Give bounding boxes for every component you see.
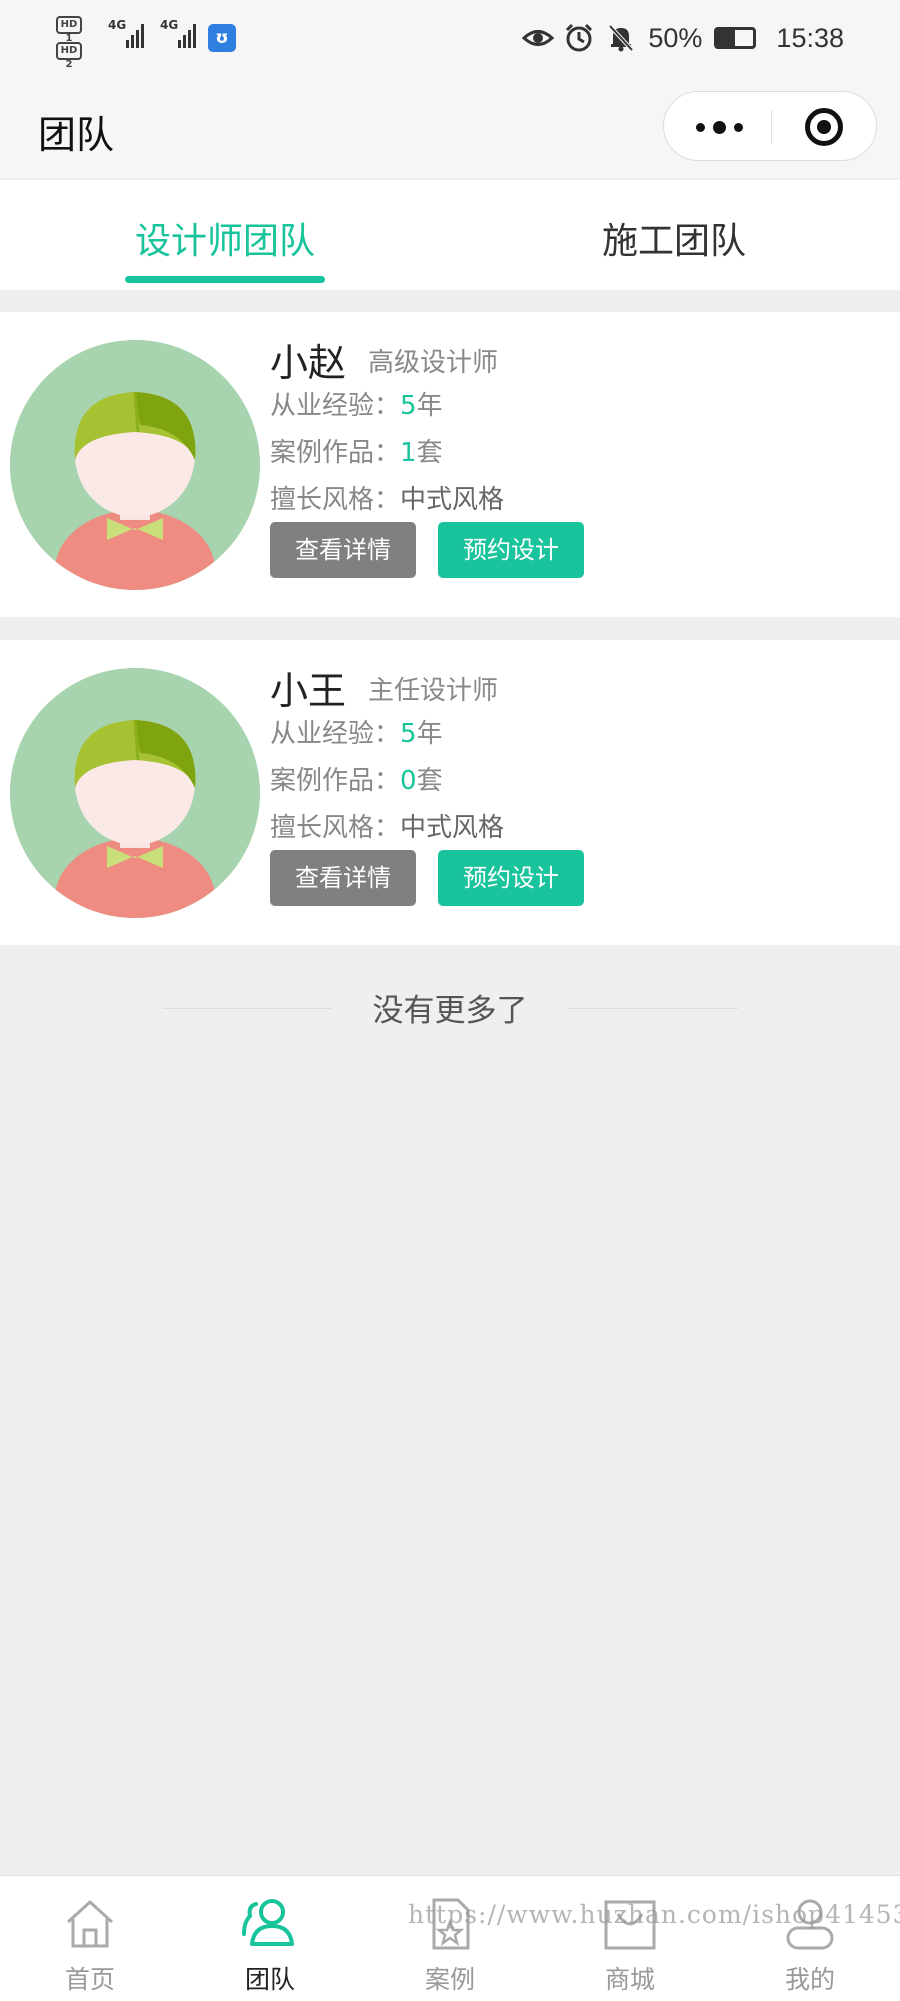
designer-name: 小赵 [270, 341, 347, 385]
style-label: 擅长风格： [270, 813, 401, 843]
cases-value: 1 [400, 438, 417, 468]
capsule-divider [771, 110, 772, 144]
home-icon [60, 1894, 120, 1954]
designer-card: 小王 主任设计师 从业经验：5年 案例作品：0套 擅长风格：中式风格 查看详情 … [0, 640, 900, 945]
alarm-icon [564, 23, 594, 53]
view-details-button[interactable]: 查看详情 [270, 850, 416, 906]
avatar [10, 668, 260, 918]
eye-icon [522, 23, 555, 53]
app-notification-icon: ʊ [208, 24, 236, 52]
tabbar-item-home[interactable]: 首页 [30, 1894, 150, 1996]
bell-mute-icon [606, 23, 636, 53]
no-more-text: 没有更多了 [372, 993, 528, 1029]
designer-name: 小王 [270, 669, 347, 713]
cases-value: 0 [400, 766, 417, 796]
divider-line-right [568, 1008, 738, 1009]
style-value: 中式风格 [400, 485, 505, 515]
style-row: 擅长风格：中式风格 [270, 807, 504, 844]
cases-label: 案例作品： [270, 438, 401, 468]
cases-unit: 套 [416, 766, 443, 796]
tab-designer-team[interactable]: 设计师团队 [75, 212, 375, 264]
hd1-badge: HD 1 [56, 16, 82, 44]
tabbar-label: 团队 [244, 1965, 295, 1994]
book-design-button[interactable]: 预约设计 [438, 850, 584, 906]
cases-unit: 套 [416, 438, 443, 468]
experience-row: 从业经验：5年 [270, 713, 443, 750]
book-design-button[interactable]: 预约设计 [438, 522, 584, 578]
team-tabs: 设计师团队 施工团队 [0, 180, 900, 290]
status-bar: HD 1 HD 2 4G 4G ʊ 50% 15:38 [0, 0, 900, 78]
status-right: 50% 15:38 [522, 18, 844, 58]
cases-row: 案例作品：0套 [270, 760, 443, 797]
miniapp-capsule [663, 91, 877, 161]
network-type-1: 4G [108, 18, 127, 32]
tabbar-label: 案例 [424, 1965, 475, 1994]
more-menu-icon[interactable] [692, 114, 746, 140]
team-icon [240, 1894, 300, 1954]
designer-title: 高级设计师 [368, 348, 499, 378]
nav-bar: 团队 [0, 78, 900, 178]
designer-title: 主任设计师 [368, 676, 499, 706]
battery-fill [717, 30, 736, 46]
experience-value: 5 [400, 719, 417, 749]
experience-unit: 年 [416, 719, 443, 749]
active-tab-indicator [125, 276, 325, 283]
tabbar-label: 商城 [604, 1965, 655, 1994]
experience-label: 从业经验： [270, 719, 401, 749]
battery-percent: 50% [648, 22, 703, 53]
experience-label: 从业经验： [270, 391, 401, 421]
signal-1-icon [126, 22, 144, 48]
cases-label: 案例作品： [270, 766, 401, 796]
network-type-2: 4G [160, 18, 179, 32]
battery-icon [714, 27, 757, 49]
view-details-button[interactable]: 查看详情 [270, 522, 416, 578]
style-label: 擅长风格： [270, 485, 401, 515]
close-miniapp-icon[interactable] [805, 108, 843, 146]
clock-time: 15:38 [776, 22, 844, 53]
tab-construction-team[interactable]: 施工团队 [524, 212, 824, 264]
tabbar-item-team[interactable]: 团队 [210, 1894, 330, 1996]
designer-card: 小赵 高级设计师 从业经验：5年 案例作品：1套 擅长风格：中式风格 查看详情 … [0, 312, 900, 617]
style-row: 擅长风格：中式风格 [270, 479, 504, 516]
experience-unit: 年 [416, 391, 443, 421]
style-value: 中式风格 [400, 813, 505, 843]
experience-value: 5 [400, 391, 417, 421]
tabbar-label: 首页 [64, 1965, 115, 1994]
page-title: 团队 [38, 113, 115, 157]
experience-row: 从业经验：5年 [270, 385, 443, 422]
bottom-tab-bar: 首页 团队 案例 商城 我的 [0, 1875, 900, 2001]
avatar [10, 340, 260, 590]
hd2-badge: HD 2 [56, 42, 82, 70]
tabbar-label: 我的 [784, 1965, 835, 1994]
signal-2-icon [178, 22, 196, 48]
watermark-text: https://www.huzhan.com/ishop41453 [408, 1900, 900, 1929]
cases-row: 案例作品：1套 [270, 432, 443, 469]
